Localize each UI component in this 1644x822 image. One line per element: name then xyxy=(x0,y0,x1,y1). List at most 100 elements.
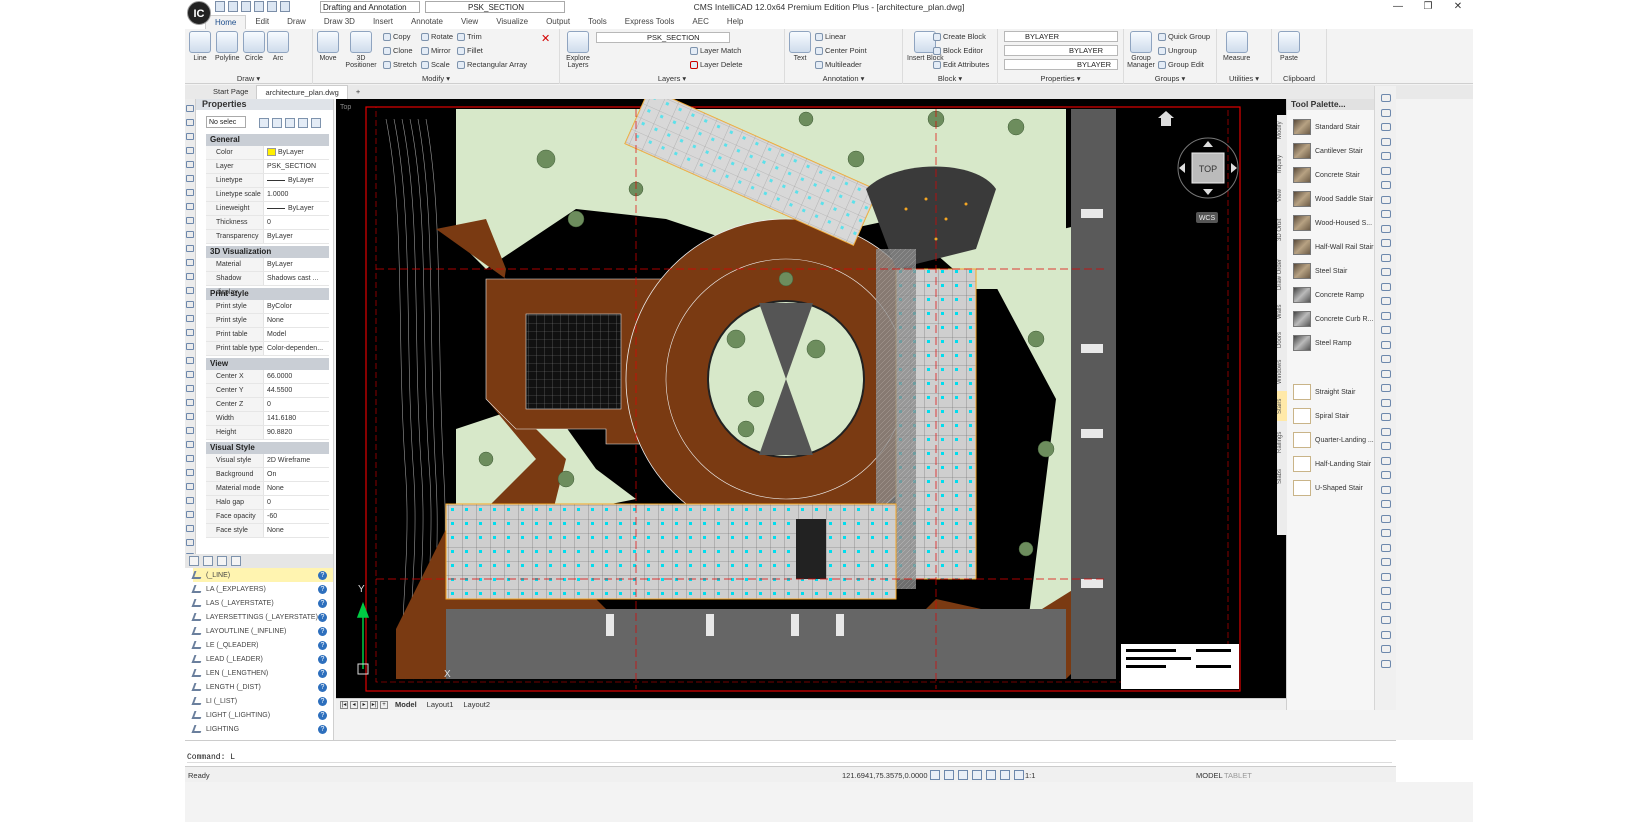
layer-match-button[interactable]: Layer Match xyxy=(690,46,741,55)
palette-tool-item[interactable]: Steel Ramp xyxy=(1293,335,1352,351)
select-objects-icon[interactable] xyxy=(272,118,282,128)
help-icon[interactable]: ? xyxy=(318,724,327,734)
property-value[interactable]: None xyxy=(264,524,329,537)
tab-insert[interactable]: Insert xyxy=(364,15,402,29)
command-input[interactable] xyxy=(187,753,1392,763)
group-manager-button[interactable]: Group Manager xyxy=(1126,31,1156,69)
property-value[interactable]: On xyxy=(264,468,329,481)
tool-icon[interactable] xyxy=(1381,572,1391,581)
add-layout-icon[interactable]: + xyxy=(380,700,388,709)
measure-button[interactable]: Measure xyxy=(1223,31,1250,62)
tool-icon[interactable] xyxy=(1381,282,1391,291)
layers-panel-title[interactable]: Layers ▾ xyxy=(560,74,784,83)
section-header[interactable]: Print style xyxy=(206,288,329,300)
annotation-scale[interactable]: 1:1 xyxy=(1025,771,1035,780)
palette-tool-item[interactable]: Standard Stair xyxy=(1293,119,1360,135)
lineweight-select[interactable]: BYLAYER xyxy=(1004,59,1118,70)
quick-select-icon[interactable] xyxy=(285,118,295,128)
polar-icon[interactable] xyxy=(972,770,982,780)
palette-tool-item[interactable]: Half-Landing Stair xyxy=(1293,456,1371,472)
funnel-icon[interactable] xyxy=(311,118,321,128)
tool-icon[interactable] xyxy=(1381,630,1391,639)
palette-tool-item[interactable]: Concrete Stair xyxy=(1293,167,1360,183)
block-panel-title[interactable]: Block ▾ xyxy=(903,74,997,83)
tool-icon[interactable] xyxy=(1381,268,1391,276)
tool-icon[interactable] xyxy=(1381,210,1391,218)
tool-icon[interactable] xyxy=(186,357,194,364)
tool-icon[interactable] xyxy=(186,343,194,350)
tab-layout1[interactable]: Layout1 xyxy=(422,700,459,709)
section-header[interactable]: Visual Style xyxy=(206,442,329,454)
drawing-viewport[interactable]: Y X TOP WCS Top xyxy=(336,99,1286,698)
palette-tool-item[interactable]: Wood-Housed S... xyxy=(1293,215,1372,231)
tool-icon[interactable] xyxy=(1381,456,1391,465)
tool-icon[interactable] xyxy=(186,287,194,294)
palette-tool-item[interactable]: Wood Saddle Stair xyxy=(1293,191,1373,207)
modify-panel-title[interactable]: Modify ▾ xyxy=(313,74,559,83)
tool-icon[interactable] xyxy=(1381,311,1391,320)
tool-icon[interactable] xyxy=(1381,471,1391,479)
section-header[interactable]: 3D Visualization xyxy=(206,246,329,258)
help-icon[interactable]: ? xyxy=(318,640,327,650)
center-point-button[interactable]: Center Point xyxy=(815,46,867,55)
color-select[interactable]: BYLAYER xyxy=(1004,31,1118,42)
tool-icon[interactable] xyxy=(1381,123,1391,131)
prev-layout-icon[interactable]: ◂ xyxy=(350,700,358,709)
close-button[interactable]: ✕ xyxy=(1443,0,1473,15)
tool-icon[interactable] xyxy=(1381,543,1391,552)
tool-icon[interactable] xyxy=(186,455,194,462)
property-value[interactable]: Color-dependen... xyxy=(264,342,329,355)
tool-icon[interactable] xyxy=(1381,195,1391,204)
tool-icon[interactable] xyxy=(186,385,194,392)
grid-icon[interactable] xyxy=(944,770,954,780)
paste-button[interactable]: Paste xyxy=(1278,31,1300,62)
last-layout-icon[interactable]: ▸| xyxy=(370,700,378,709)
ungroup-button[interactable]: Ungroup xyxy=(1158,46,1197,55)
command-list-item[interactable]: LAYERSETTINGS (_LAYERSTATE)? xyxy=(191,610,333,624)
tool-icon[interactable] xyxy=(186,161,194,168)
groups-panel-title[interactable]: Groups ▾ xyxy=(1124,74,1216,83)
tool-icon[interactable] xyxy=(1381,355,1391,363)
command-list-item[interactable]: LEAD (_LEADER)? xyxy=(191,652,333,666)
minimize-button[interactable]: — xyxy=(1383,0,1413,15)
tab-layout2[interactable]: Layout2 xyxy=(458,700,495,709)
property-value[interactable]: PSK_SECTION xyxy=(264,160,329,173)
help-icon[interactable]: ? xyxy=(318,654,327,664)
palette-tab[interactable]: Draw Order xyxy=(1277,251,1287,297)
model-toggle[interactable]: MODEL xyxy=(1196,771,1223,780)
quick-group-button[interactable]: Quick Group xyxy=(1158,32,1210,41)
command-list-item[interactable]: LIGHT (_LIGHTING)? xyxy=(191,708,333,722)
tab-visualize[interactable]: Visualize xyxy=(487,15,537,29)
tab-annotate[interactable]: Annotate xyxy=(402,15,452,29)
command-list-item[interactable]: LAS (_LAYERSTATE)? xyxy=(191,596,333,610)
tool-icon[interactable] xyxy=(1381,514,1391,523)
panel-icon-1[interactable] xyxy=(189,556,199,566)
tool-icon[interactable] xyxy=(186,189,194,196)
tab-edit[interactable]: Edit xyxy=(246,15,278,29)
help-icon[interactable]: ? xyxy=(318,598,327,608)
tool-icon[interactable] xyxy=(1381,645,1391,653)
property-value[interactable]: ByLayer xyxy=(264,146,329,159)
tool-icon[interactable] xyxy=(186,413,194,420)
tool-icon[interactable] xyxy=(1381,601,1391,610)
multileader-button[interactable]: Multileader xyxy=(815,60,862,69)
property-value[interactable]: -60 xyxy=(264,510,329,523)
command-list-item[interactable]: LA (_EXPLAYERS)? xyxy=(191,582,333,596)
tool-icon[interactable] xyxy=(1381,253,1391,262)
property-value[interactable]: 141.6180 xyxy=(264,412,329,425)
properties-panel-title[interactable]: Properties ▾ xyxy=(998,74,1123,83)
tool-icon[interactable] xyxy=(186,525,194,532)
toggle-pickadd-icon[interactable] xyxy=(259,118,269,128)
palette-tab[interactable]: Modify xyxy=(1277,115,1287,145)
tool-icon[interactable] xyxy=(186,329,194,336)
tool-icon[interactable] xyxy=(186,147,194,154)
tool-icon[interactable] xyxy=(1381,558,1391,566)
property-value[interactable]: ByLayer xyxy=(264,258,329,271)
tool-icon[interactable] xyxy=(1381,239,1391,247)
tool-icon[interactable] xyxy=(1381,659,1391,668)
property-value[interactable]: Model xyxy=(264,328,329,341)
command-list-item[interactable]: LIGHTING? xyxy=(191,722,333,736)
property-value[interactable]: 0 xyxy=(264,496,329,509)
tab-tools[interactable]: Tools xyxy=(579,15,616,29)
tool-icon[interactable] xyxy=(1381,94,1391,102)
